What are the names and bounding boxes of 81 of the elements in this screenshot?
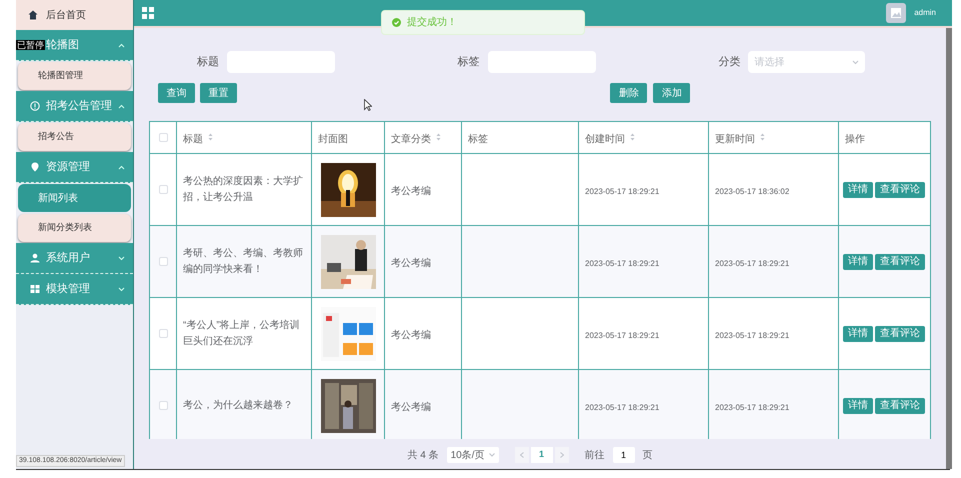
button[interactable]: 查看评论 <box>875 182 925 198</box>
sort-icon <box>436 133 441 142</box>
menu-group-header[interactable]: 招考公告管理 <box>16 91 133 122</box>
chevron-left-icon <box>520 452 524 458</box>
table-cell: 考公考编 <box>391 258 431 268</box>
table-cell: 2023-05-17 18:29:21 <box>715 402 790 412</box>
button[interactable]: 查看评论 <box>875 326 925 342</box>
chevron-down-icon <box>488 453 495 457</box>
button[interactable]: 详情 <box>843 398 873 414</box>
table-cell-text: 考公热的深度因素：大学扩招，让考公升温 <box>183 174 304 204</box>
table-cell: 2023-05-17 18:29:21 <box>585 330 660 340</box>
location-pin-icon <box>30 162 40 172</box>
table-cell-text: 考公，为什么越来越卷？ <box>183 398 294 412</box>
sort-icon <box>630 133 635 142</box>
submenu-item[interactable]: 招考公告 <box>18 123 131 151</box>
button[interactable]: 删除 <box>610 83 648 103</box>
page-button[interactable]: 1 <box>530 447 553 463</box>
column-header[interactable]: 创建时间 <box>585 134 625 144</box>
table-cell: 2023-05-17 18:29:21 <box>585 402 660 412</box>
grid-icon <box>30 284 40 294</box>
column-header[interactable]: 更新时间 <box>715 134 755 144</box>
user-icon <box>30 253 40 263</box>
previous-page-button[interactable] <box>514 447 529 463</box>
column-header: 标签 <box>468 134 488 144</box>
menu-group-header[interactable]: 模块管理 <box>16 274 133 305</box>
button[interactable]: 添加 <box>653 83 690 103</box>
table-cell: 2023-05-17 18:36:02 <box>715 186 790 196</box>
table-cell: 2023-05-17 18:29:21 <box>585 258 660 268</box>
checkbox[interactable] <box>158 401 168 410</box>
column-header[interactable]: 标题 <box>183 134 203 144</box>
table-cell: 考公考编 <box>391 330 431 340</box>
button[interactable]: 详情 <box>843 182 873 198</box>
filter-label: 标题 <box>197 54 219 70</box>
home-icon <box>28 10 38 20</box>
check-circle-icon <box>392 18 401 27</box>
goto-label: 前往 <box>584 448 605 462</box>
button[interactable]: 查看评论 <box>875 254 925 270</box>
table-cell-text: “考公人”将上岸，公考培训巨头们还在沉浮 <box>183 318 301 348</box>
column-header[interactable]: 文章分类 <box>391 134 431 144</box>
info-circle-icon <box>30 101 40 111</box>
table-cell: 考公考编 <box>391 186 431 196</box>
button[interactable]: 详情 <box>843 326 873 342</box>
goto-suffix: 页 <box>642 448 653 462</box>
sidebar-item[interactable]: 后台首页 <box>16 0 133 30</box>
select-field[interactable]: 请选择 <box>748 51 866 73</box>
chevron-down-icon <box>852 60 860 64</box>
filter-label: 标签 <box>458 54 480 70</box>
total-count: 共 4 条 <box>407 448 439 462</box>
checkbox[interactable] <box>158 185 168 194</box>
submenu-item[interactable]: 新闻列表 <box>18 184 131 212</box>
table-cell: 2023-05-17 18:29:21 <box>715 258 790 268</box>
checkbox[interactable] <box>158 329 168 338</box>
next-page-button[interactable] <box>554 447 569 463</box>
paused-label: 已暂停 <box>16 40 45 50</box>
column-header: 操作 <box>845 134 865 144</box>
button[interactable]: 重置 <box>200 83 237 103</box>
sort-icon <box>208 133 213 142</box>
checkbox[interactable] <box>158 133 168 142</box>
sort-icon <box>760 133 765 142</box>
mouse-cursor-icon <box>364 99 372 111</box>
table-cell: 2023-05-17 18:29:21 <box>715 330 790 340</box>
table-cell: 考公考编 <box>391 402 431 412</box>
button[interactable]: 详情 <box>843 254 873 270</box>
button[interactable]: 查询 <box>158 83 195 103</box>
user-name[interactable]: admin <box>914 7 936 19</box>
menu-group-header[interactable]: 系统用户 <box>16 243 133 274</box>
checkbox[interactable] <box>158 257 168 266</box>
button[interactable]: 查看评论 <box>875 398 925 414</box>
table-cell-text: 考研、考公、考编、考教师编的同学快来看！ <box>183 246 304 276</box>
grid-menu-icon[interactable] <box>142 7 154 19</box>
filter-label: 分类 <box>718 54 740 70</box>
column-header: 封面图 <box>318 134 348 144</box>
submenu-item[interactable]: 轮播图管理 <box>18 62 131 90</box>
chevron-right-icon <box>560 452 564 458</box>
page-size-select[interactable]: 10条/页 <box>446 447 499 463</box>
avatar-icon[interactable] <box>886 3 906 23</box>
page-number-field[interactable]: 1 <box>612 447 635 463</box>
submenu-item[interactable]: 新闻分类列表 <box>18 214 131 242</box>
toast-message: 提交成功！ <box>407 16 457 30</box>
table-cell: 2023-05-17 18:29:21 <box>585 186 660 196</box>
menu-group-header[interactable]: 资源管理 <box>16 152 133 183</box>
